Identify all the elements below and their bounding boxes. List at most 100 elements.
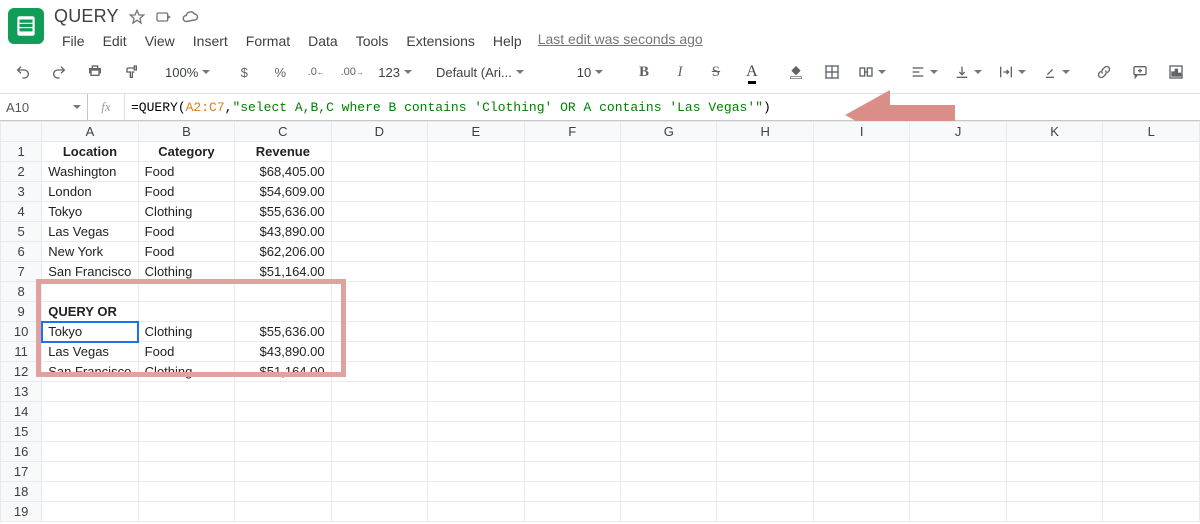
cell[interactable]: [428, 462, 524, 482]
cell[interactable]: [1103, 342, 1200, 362]
cell[interactable]: [1103, 162, 1200, 182]
cell[interactable]: [717, 462, 813, 482]
cell[interactable]: [1006, 382, 1102, 402]
undo-icon[interactable]: [6, 58, 40, 86]
cell[interactable]: [910, 322, 1006, 342]
cell[interactable]: $55,636.00: [235, 322, 331, 342]
cell[interactable]: [717, 282, 813, 302]
cell[interactable]: [910, 462, 1006, 482]
cell[interactable]: [138, 282, 234, 302]
cell[interactable]: Revenue: [235, 142, 331, 162]
bold-icon[interactable]: B: [627, 58, 661, 86]
cell[interactable]: [524, 282, 620, 302]
cell[interactable]: [42, 422, 138, 442]
cell[interactable]: [813, 462, 909, 482]
cell[interactable]: [331, 322, 427, 342]
col-header[interactable]: D: [331, 122, 427, 142]
cell[interactable]: [910, 162, 1006, 182]
cell[interactable]: Food: [138, 162, 234, 182]
cell[interactable]: [813, 422, 909, 442]
cell[interactable]: [813, 302, 909, 322]
cell[interactable]: [235, 402, 331, 422]
name-box[interactable]: A10: [0, 94, 88, 120]
cell[interactable]: [138, 462, 234, 482]
col-header[interactable]: A: [42, 122, 138, 142]
font-size-select[interactable]: 10: [563, 58, 617, 86]
cell[interactable]: [331, 482, 427, 502]
cell[interactable]: [910, 182, 1006, 202]
cell[interactable]: [621, 422, 717, 442]
percent-icon[interactable]: %: [263, 58, 297, 86]
cell[interactable]: [717, 322, 813, 342]
cell[interactable]: [1006, 342, 1102, 362]
cell[interactable]: [235, 502, 331, 522]
more-formats-select[interactable]: 123: [371, 58, 419, 86]
cell[interactable]: [621, 302, 717, 322]
cell[interactable]: [621, 262, 717, 282]
insert-link-icon[interactable]: [1087, 58, 1121, 86]
cell[interactable]: [428, 382, 524, 402]
cell[interactable]: [813, 282, 909, 302]
formula-input[interactable]: =QUERY(A2:C7, "select A,B,C where B cont…: [125, 94, 1200, 120]
row-header[interactable]: 15: [1, 422, 42, 442]
row-header[interactable]: 18: [1, 482, 42, 502]
cell[interactable]: [331, 162, 427, 182]
cell[interactable]: $55,636.00: [235, 202, 331, 222]
cell[interactable]: [42, 482, 138, 502]
text-rotate-icon[interactable]: [1035, 58, 1077, 86]
menu-help[interactable]: Help: [485, 31, 530, 51]
cell[interactable]: [813, 382, 909, 402]
cell[interactable]: San Francisco: [42, 362, 138, 382]
cell[interactable]: [1103, 242, 1200, 262]
row-header[interactable]: 3: [1, 182, 42, 202]
cell[interactable]: [331, 422, 427, 442]
cell[interactable]: [813, 202, 909, 222]
cell[interactable]: [331, 242, 427, 262]
cell[interactable]: [331, 282, 427, 302]
menu-insert[interactable]: Insert: [185, 31, 236, 51]
cell[interactable]: [138, 302, 234, 322]
cell[interactable]: [1103, 382, 1200, 402]
cell[interactable]: [621, 342, 717, 362]
cell[interactable]: Food: [138, 242, 234, 262]
cell[interactable]: [717, 222, 813, 242]
cell[interactable]: [138, 402, 234, 422]
cell[interactable]: [910, 242, 1006, 262]
cell[interactable]: [717, 142, 813, 162]
cell[interactable]: [621, 482, 717, 502]
cell[interactable]: [1006, 502, 1102, 522]
menu-view[interactable]: View: [137, 31, 183, 51]
cell[interactable]: [138, 482, 234, 502]
row-header[interactable]: 13: [1, 382, 42, 402]
increase-decimals-icon[interactable]: .00→: [335, 58, 369, 86]
cell[interactable]: Tokyo: [42, 202, 138, 222]
cell[interactable]: [1103, 402, 1200, 422]
cell[interactable]: [428, 322, 524, 342]
cell[interactable]: [1103, 142, 1200, 162]
cell[interactable]: [621, 202, 717, 222]
cell[interactable]: [621, 162, 717, 182]
cell[interactable]: [717, 262, 813, 282]
cell[interactable]: [1103, 422, 1200, 442]
merge-cells-icon[interactable]: [851, 58, 893, 86]
select-all-corner[interactable]: [1, 122, 42, 142]
cell[interactable]: $51,164.00: [235, 362, 331, 382]
cell[interactable]: [813, 142, 909, 162]
cell[interactable]: [1103, 462, 1200, 482]
cell[interactable]: [428, 482, 524, 502]
cell[interactable]: [331, 462, 427, 482]
cell[interactable]: [621, 242, 717, 262]
move-icon[interactable]: [155, 9, 171, 25]
cell[interactable]: [524, 302, 620, 322]
cell[interactable]: [524, 362, 620, 382]
cell[interactable]: [524, 402, 620, 422]
cell[interactable]: [1006, 182, 1102, 202]
cell[interactable]: Food: [138, 222, 234, 242]
text-color-icon[interactable]: A: [735, 58, 769, 86]
cell[interactable]: [42, 462, 138, 482]
cell[interactable]: $43,890.00: [235, 222, 331, 242]
cloud-status-icon[interactable]: [181, 8, 199, 26]
cell[interactable]: [621, 442, 717, 462]
cell[interactable]: [524, 322, 620, 342]
text-wrap-icon[interactable]: [991, 58, 1033, 86]
